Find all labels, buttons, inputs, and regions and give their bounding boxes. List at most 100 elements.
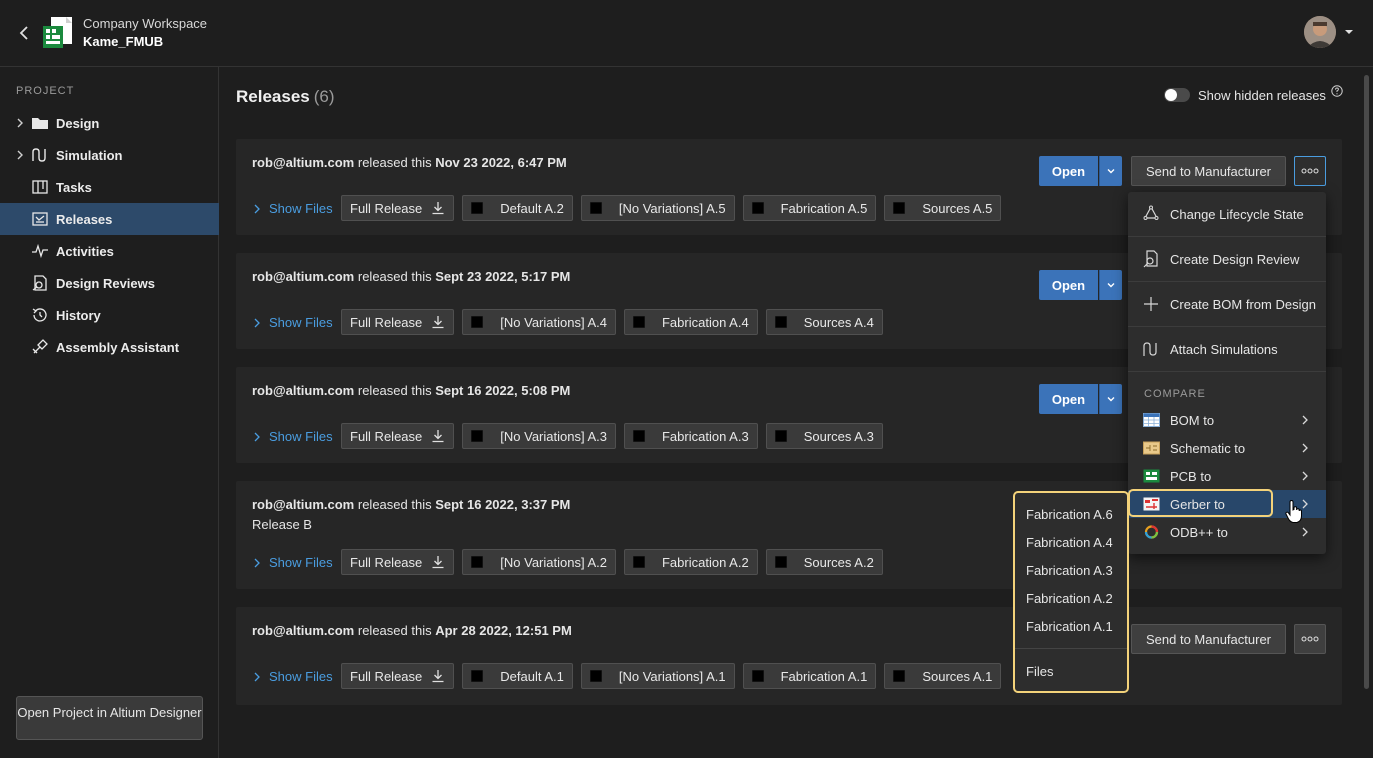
- ellipsis-icon: [1301, 168, 1319, 174]
- chip-label: Full Release: [350, 428, 423, 444]
- account-caret-icon[interactable]: [1344, 27, 1354, 37]
- artifact-chip[interactable]: [No Variations] A.5: [580, 195, 735, 221]
- simulation-icon: [1143, 342, 1157, 356]
- show-files-link[interactable]: Show Files: [252, 315, 333, 330]
- more-actions-button[interactable]: [1294, 156, 1326, 186]
- full-release-chip[interactable]: Full Release: [341, 423, 455, 449]
- hand-cursor-icon: [1285, 500, 1302, 523]
- artifact-chip[interactable]: Fabrication A.1: [742, 663, 877, 689]
- download-icon[interactable]: [431, 201, 445, 215]
- show-files-link[interactable]: Show Files: [252, 201, 333, 216]
- open-button[interactable]: Open: [1039, 156, 1098, 186]
- show-hidden-toggle[interactable]: [1164, 88, 1190, 102]
- project-section-label: PROJECT: [16, 85, 75, 97]
- chip-label: [No Variations] A.2: [500, 554, 607, 570]
- chevron-right-icon[interactable]: [14, 149, 26, 161]
- submenu-item-fabrication-a2[interactable]: Fabrication A.2: [1015, 584, 1127, 612]
- submenu-item-files[interactable]: Files: [1015, 657, 1127, 685]
- scrollbar[interactable]: [1364, 75, 1369, 689]
- open-dropdown-button[interactable]: [1099, 156, 1122, 186]
- artifact-chip[interactable]: [No Variations] A.2: [462, 549, 616, 575]
- color-swatch: [589, 670, 602, 682]
- submenu-item-fabrication-a6[interactable]: Fabrication A.6: [1015, 500, 1127, 528]
- open-dropdown-button[interactable]: [1099, 270, 1122, 300]
- release-action: released this: [357, 623, 432, 638]
- menu-divider: [1128, 371, 1326, 372]
- compare-pcb-item[interactable]: PCB to: [1128, 462, 1326, 490]
- user-avatar[interactable]: [1304, 16, 1336, 48]
- submenu-item-fabrication-a3[interactable]: Fabrication A.3: [1015, 556, 1127, 584]
- download-icon[interactable]: [431, 669, 445, 683]
- back-arrow-icon[interactable]: [14, 22, 34, 44]
- show-files-link[interactable]: Show Files: [252, 429, 333, 444]
- sidebar-item-history[interactable]: History: [0, 299, 219, 331]
- menu-item-create-bom[interactable]: Create BOM from Design: [1128, 282, 1326, 326]
- folder-icon: [32, 118, 48, 129]
- sidebar-item-releases[interactable]: Releases: [0, 203, 219, 235]
- releases-icon: [32, 212, 48, 226]
- help-icon[interactable]: [1331, 85, 1343, 97]
- more-actions-button[interactable]: [1294, 624, 1326, 654]
- artifact-chip[interactable]: Sources A.5: [884, 195, 1002, 221]
- artifact-chip[interactable]: [No Variations] A.3: [462, 423, 616, 449]
- submenu-item-fabrication-a4[interactable]: Fabrication A.4: [1015, 528, 1127, 556]
- full-release-chip[interactable]: Full Release: [341, 549, 455, 575]
- compare-schematic-item[interactable]: Schematic to: [1128, 434, 1326, 462]
- download-icon[interactable]: [431, 315, 445, 329]
- full-release-chip[interactable]: Full Release: [341, 309, 455, 335]
- artifact-chip[interactable]: Fabrication A.3: [623, 423, 758, 449]
- open-button[interactable]: Open: [1039, 270, 1098, 300]
- sidebar-item-design[interactable]: Design: [0, 107, 219, 139]
- show-files-link[interactable]: Show Files: [252, 669, 333, 684]
- sidebar-item-tasks[interactable]: Tasks: [0, 171, 219, 203]
- chevron-right-icon[interactable]: [14, 117, 26, 129]
- artifact-chip[interactable]: Sources A.1: [884, 663, 1002, 689]
- sidebar-item-assembly-assistant[interactable]: Assembly Assistant: [0, 331, 219, 363]
- send-to-manufacturer-button[interactable]: Send to Manufacturer: [1131, 624, 1286, 654]
- artifact-chip[interactable]: Sources A.2: [765, 549, 883, 575]
- download-icon[interactable]: [431, 555, 445, 569]
- open-dropdown-button[interactable]: [1099, 384, 1122, 414]
- release-action: released this: [357, 383, 432, 398]
- chip-label: [No Variations] A.1: [618, 668, 726, 684]
- release-user: rob@altium.com: [252, 497, 355, 512]
- chevron-down-icon: [1107, 397, 1115, 402]
- sidebar-item-label: History: [56, 308, 101, 323]
- artifact-chip[interactable]: Default A.2: [462, 195, 573, 221]
- color-swatch: [632, 556, 645, 568]
- full-release-chip[interactable]: Full Release: [341, 195, 455, 221]
- menu-item-label: Attach Simulations: [1170, 342, 1278, 357]
- send-to-manufacturer-button[interactable]: Send to Manufacturer: [1131, 156, 1286, 186]
- artifact-chip[interactable]: Fabrication A.2: [623, 549, 758, 575]
- artifact-chip[interactable]: [No Variations] A.4: [462, 309, 616, 335]
- artifact-chip[interactable]: Sources A.3: [765, 423, 883, 449]
- artifact-chip[interactable]: Fabrication A.4: [623, 309, 758, 335]
- chip-label: Sources A.4: [803, 314, 874, 330]
- chip-label: Default A.2: [500, 200, 564, 216]
- artifact-chip[interactable]: Default A.1: [462, 663, 573, 689]
- toggle-knob: [1165, 89, 1177, 101]
- artifact-chip[interactable]: Fabrication A.5: [742, 195, 877, 221]
- simulation-icon: [32, 148, 46, 162]
- sidebar-item-label: Design Reviews: [56, 276, 155, 291]
- submenu-item-fabrication-a1[interactable]: Fabrication A.1: [1015, 612, 1127, 640]
- menu-item-change-lifecycle[interactable]: Change Lifecycle State: [1128, 192, 1326, 236]
- artifact-chip[interactable]: Sources A.4: [765, 309, 883, 335]
- full-release-chip[interactable]: Full Release: [341, 663, 455, 689]
- menu-item-create-design-review[interactable]: Create Design Review: [1128, 237, 1326, 281]
- color-swatch: [632, 430, 645, 442]
- download-icon[interactable]: [431, 429, 445, 443]
- menu-item-attach-simulations[interactable]: Attach Simulations: [1128, 327, 1326, 371]
- sidebar-item-activities[interactable]: Activities: [0, 235, 219, 267]
- open-button[interactable]: Open: [1039, 384, 1098, 414]
- open-in-altium-button[interactable]: Open Project in Altium Designer: [16, 696, 203, 740]
- release-count: (6): [313, 87, 335, 106]
- sidebar: PROJECT Design Simulation Tasks Releases…: [0, 67, 219, 758]
- sidebar-item-design-reviews[interactable]: Design Reviews: [0, 267, 219, 299]
- sidebar-item-simulation[interactable]: Simulation: [0, 139, 219, 171]
- artifact-chip[interactable]: [No Variations] A.1: [580, 663, 735, 689]
- show-files-link[interactable]: Show Files: [252, 555, 333, 570]
- chip-label: Default A.1: [500, 668, 564, 684]
- page-title: Releases (6): [236, 87, 335, 107]
- compare-bom-item[interactable]: BOM to: [1128, 406, 1326, 434]
